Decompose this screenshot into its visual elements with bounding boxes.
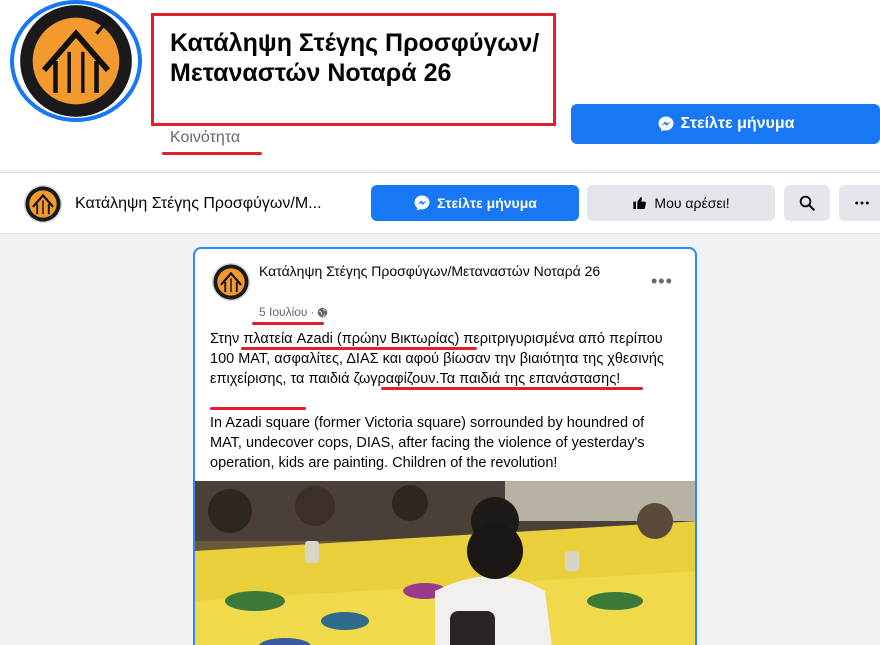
post-card: Κατάληψη Στέγης Προσφύγων/Μεταναστών Νοτ… [193,247,697,645]
greek-annotation-underline-1 [241,347,477,350]
thumbs-up-icon [633,197,647,209]
page-logo[interactable] [10,0,142,122]
page-title: Κατάληψη Στέγης Προσφύγων/Μεταναστών Νοτ… [170,29,540,87]
search-button[interactable] [784,185,830,221]
date-annotation-underline [252,322,324,325]
more-options-button[interactable] [839,185,880,221]
sticky-send-message-button[interactable]: Στείλτε μήνυμα [371,185,579,221]
category-annotation-underline [162,152,262,155]
like-page-button[interactable]: Μου αρέσει! [587,185,775,221]
post-author-name[interactable]: Κατάληψη Στέγης Προσφύγων/Μεταναστών Νοτ… [259,262,639,281]
date-separator: · [310,305,315,319]
send-message-button[interactable]: Στείλτε μήνυμα [571,104,880,144]
page-category[interactable]: Κοινότητα [170,129,240,147]
post-more-icon[interactable]: ••• [651,271,673,292]
sticky-page-bar: Κατάληψη Στέγης Προσφύγων/Μ... Στείλτε μ… [0,172,880,234]
post-text-english: In Azadi square (former Victoria square)… [210,415,645,471]
messenger-icon [414,195,430,211]
send-message-label: Στείλτε μήνυμα [680,115,795,132]
globe-icon [318,307,328,317]
post-photo[interactable] [195,481,697,645]
sticky-page-logo[interactable] [24,185,62,223]
greek-annotation-underline-2 [381,387,643,390]
logo-image [25,186,61,222]
sticky-send-message-label: Στείλτε μήνυμα [437,195,537,211]
search-icon [799,195,815,211]
logo-image [213,264,249,300]
sticky-page-title[interactable]: Κατάληψη Στέγης Προσφύγων/Μ... [75,195,322,213]
page-header: Κατάληψη Στέγης Προσφύγων/Μεταναστών Νοτ… [0,0,880,170]
post-date-text: 5 Ιουλίου [259,305,308,319]
logo-image [20,5,132,117]
like-page-label: Μου αρέσει! [654,195,730,211]
post-timestamp[interactable]: 5 Ιουλίου · [259,305,328,319]
post-author-avatar[interactable] [212,263,250,301]
messenger-icon [658,116,673,132]
more-icon [855,201,869,205]
post-text-greek: Στην πλατεία Azadi (πρώην Βικτωρίας) περ… [210,331,664,387]
greek-annotation-underline-3 [210,407,306,410]
